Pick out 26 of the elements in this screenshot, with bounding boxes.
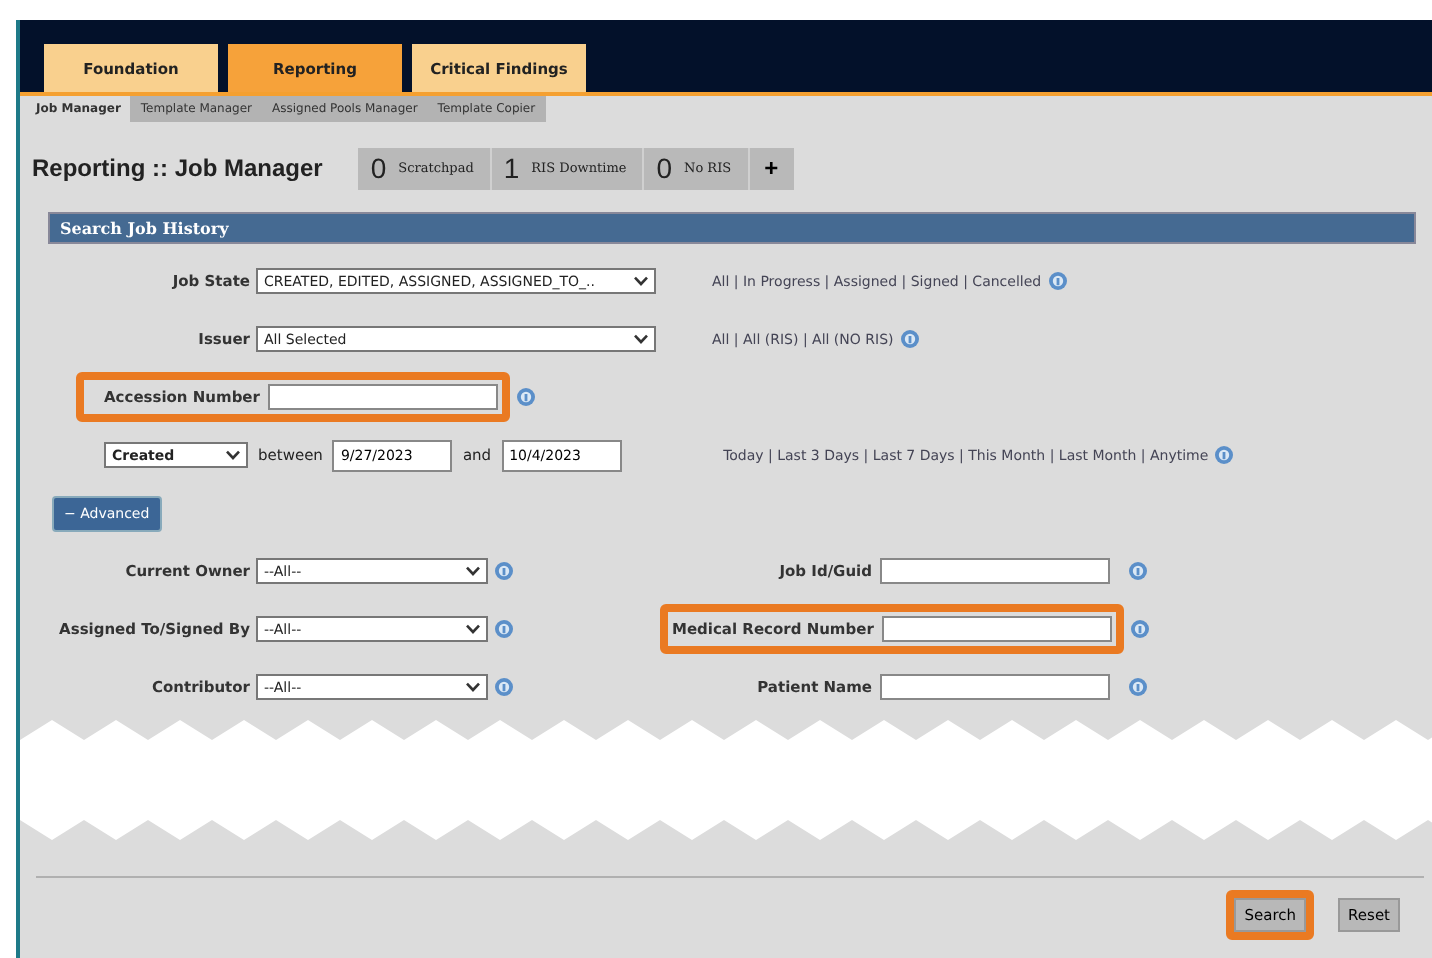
help-icon[interactable] <box>1129 618 1150 640</box>
help-icon[interactable] <box>1214 444 1235 466</box>
caret-icon <box>634 334 648 344</box>
add-button[interactable]: + <box>749 147 794 189</box>
caret-icon <box>634 276 648 286</box>
caret-icon <box>226 450 240 460</box>
accession-number-field[interactable] <box>267 384 498 410</box>
section-header: Search Job History <box>48 212 1416 244</box>
caret-icon <box>466 624 480 634</box>
help-icon[interactable] <box>494 676 514 698</box>
counter-value: 0 <box>656 152 673 184</box>
page-title: Reporting :: Job Manager <box>32 154 323 182</box>
help-icon[interactable] <box>494 618 514 640</box>
help-icon[interactable] <box>494 560 514 582</box>
help-icon[interactable] <box>1047 270 1068 292</box>
help-icon[interactable] <box>899 328 920 350</box>
text-field[interactable] <box>880 558 1110 584</box>
text-field[interactable] <box>881 616 1112 642</box>
counter-value: 1 <box>503 152 520 184</box>
help-icon[interactable] <box>1128 560 1148 582</box>
counter-value: 0 <box>370 152 387 184</box>
help-icon[interactable] <box>1128 676 1148 698</box>
caret-icon <box>466 682 480 692</box>
caret-icon <box>466 566 480 576</box>
text-field[interactable] <box>880 674 1110 700</box>
help-icon[interactable] <box>515 386 536 408</box>
